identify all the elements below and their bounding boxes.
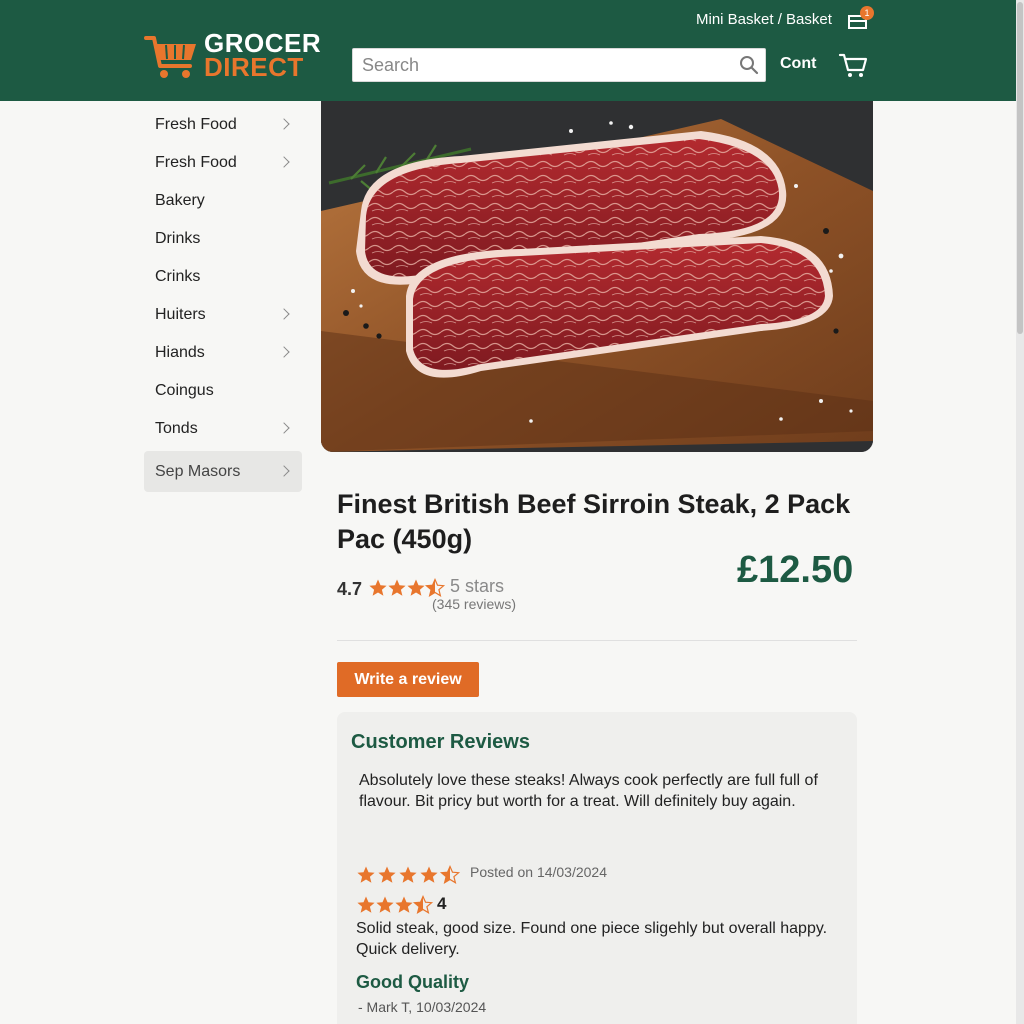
sidebar-item-drinks[interactable]: Drinks bbox=[144, 220, 302, 258]
product-price: £12.50 bbox=[737, 549, 854, 591]
steak-photo bbox=[321, 101, 873, 452]
logo-text-direct: DIRECT bbox=[204, 52, 304, 82]
sidebar-item-label: Sep Masors bbox=[155, 462, 241, 480]
search-input[interactable] bbox=[353, 49, 733, 81]
sidebar-item-fresh-food[interactable]: Fresh Food bbox=[144, 106, 302, 144]
sidebar-item-crinks[interactable]: Crinks bbox=[144, 258, 302, 296]
divider bbox=[337, 640, 857, 641]
sidebar-item-label: Drinks bbox=[155, 230, 201, 247]
review-title: Good Quality bbox=[356, 972, 470, 992]
review-text: Solid steak, good size. Found one piece … bbox=[356, 920, 828, 958]
sidebar-item-coingus[interactable]: Coingus bbox=[144, 372, 302, 410]
sidebar-item-label: Huiters bbox=[155, 306, 206, 323]
logo-cart-icon bbox=[144, 36, 196, 78]
sidebar-item-label: Crinks bbox=[155, 268, 201, 285]
review-date: Posted on 14/03/2024 bbox=[470, 864, 608, 880]
rating-stars-icon bbox=[369, 578, 445, 597]
reviews-heading: Customer Reviews bbox=[351, 731, 530, 753]
chevron-right-icon bbox=[278, 118, 290, 130]
scrollbar-thumb[interactable] bbox=[1017, 2, 1023, 334]
product-image bbox=[321, 101, 873, 452]
cart-icon[interactable] bbox=[838, 50, 868, 80]
page-scrollbar[interactable] bbox=[1016, 0, 1024, 1024]
sidebar-item-fresh-food-2[interactable]: Fresh Food bbox=[144, 144, 302, 182]
sidebar-item-label: Fresh Food bbox=[155, 154, 237, 171]
sidebar-item-label: Tonds bbox=[155, 420, 198, 437]
site-header: GROCER DIRECT Mini Basket / Basket 1 Con… bbox=[0, 0, 1016, 101]
stars-label: 5 stars bbox=[450, 576, 505, 596]
review-rating-value: 4 bbox=[437, 894, 447, 913]
chevron-right-icon bbox=[278, 156, 290, 168]
sidebar-item-hiands[interactable]: Hiands bbox=[144, 334, 302, 372]
review-author: - Mark T, 10/03/2024 bbox=[358, 999, 487, 1015]
product-title: Finest British Beef Sirroin Steak, 2 Pac… bbox=[337, 489, 851, 554]
chevron-right-icon bbox=[278, 464, 290, 477]
sidebar-item-bakery[interactable]: Bakery bbox=[144, 182, 302, 220]
search-icon[interactable] bbox=[739, 55, 759, 75]
reviews-count[interactable]: (345 reviews) bbox=[432, 596, 516, 612]
sidebar-item-tonds[interactable]: Tonds bbox=[144, 410, 302, 448]
sidebar-item-label: Bakery bbox=[155, 192, 205, 209]
sidebar-item-sep-masors[interactable]: Sep Masors bbox=[144, 451, 302, 492]
sidebar-item-huiters[interactable]: Huiters bbox=[144, 296, 302, 334]
sidebar-item-label: Fresh Food bbox=[155, 116, 237, 133]
customer-reviews-panel: Customer Reviews Absolutely love these s… bbox=[337, 712, 857, 1024]
sidebar-item-label: Hiands bbox=[155, 344, 205, 361]
chevron-right-icon bbox=[278, 346, 290, 358]
mini-basket-link[interactable]: Mini Basket / Basket bbox=[696, 10, 832, 30]
search-bar bbox=[352, 48, 766, 82]
chevron-right-icon bbox=[278, 308, 290, 320]
sidebar-item-label: Coingus bbox=[155, 382, 214, 399]
review-text: Absolutely love these steaks! Always coo… bbox=[359, 772, 818, 810]
category-sidebar: Fresh Food Fresh Food Bakery Drinks Crin… bbox=[144, 106, 302, 492]
review-stars-icon bbox=[357, 865, 460, 884]
account-link[interactable]: Cont bbox=[780, 55, 816, 73]
write-review-button[interactable]: Write a review bbox=[337, 662, 479, 697]
basket-count-badge: 1 bbox=[860, 6, 874, 20]
chevron-right-icon bbox=[278, 422, 290, 434]
review-stars-icon bbox=[357, 895, 433, 914]
rating-value: 4.7 bbox=[337, 579, 363, 599]
grocer-direct-logo[interactable]: GROCER DIRECT bbox=[144, 30, 321, 82]
